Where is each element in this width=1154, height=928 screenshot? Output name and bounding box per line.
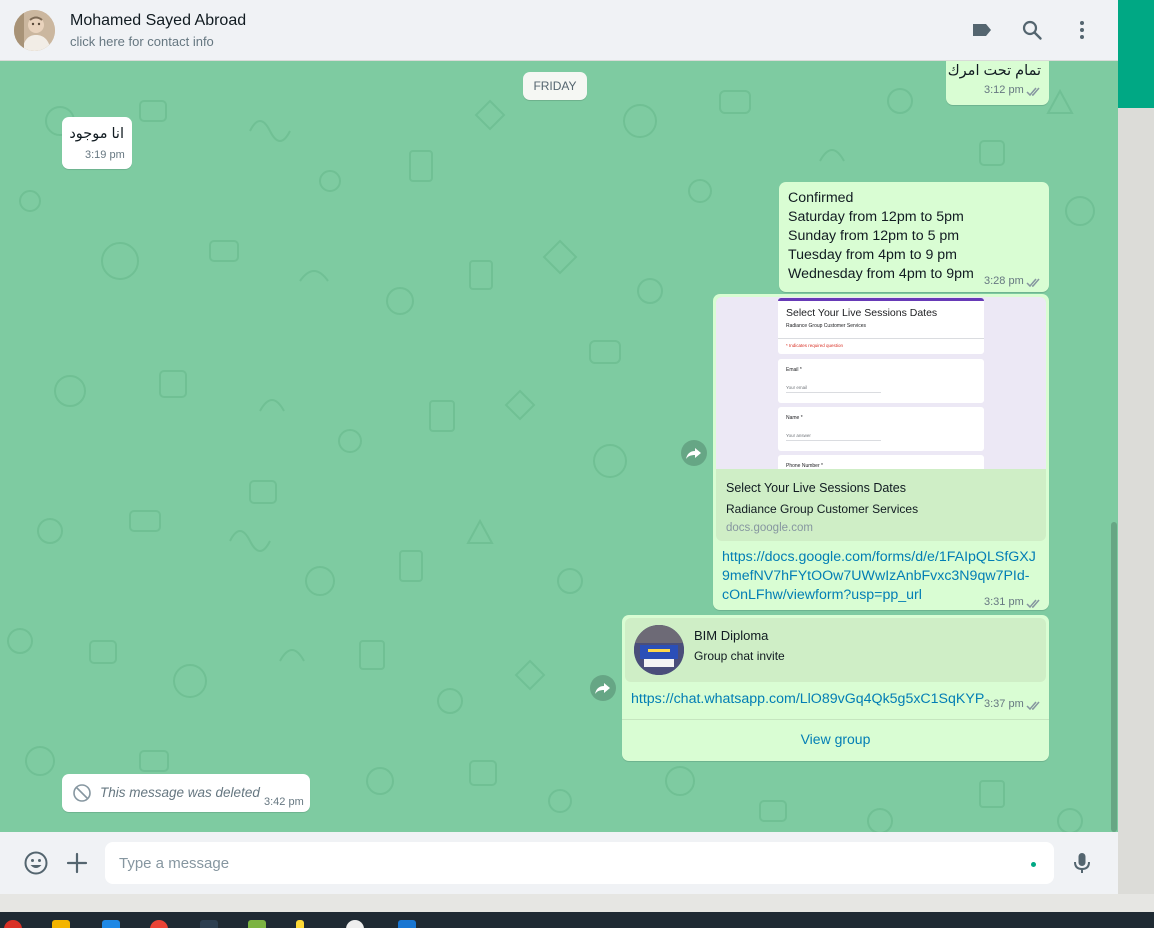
form-field-label: Email * bbox=[786, 367, 802, 373]
form-title: Select Your Live Sessions Dates bbox=[786, 307, 938, 319]
form-field-label: Name * bbox=[786, 415, 803, 421]
blocked-icon bbox=[73, 784, 91, 802]
os-taskbar bbox=[0, 912, 1154, 928]
message-time: 3:12 pm bbox=[984, 84, 1024, 96]
double-check-icon bbox=[1026, 599, 1040, 609]
form-field-card: Name * Your answer bbox=[778, 407, 984, 451]
message-time: 3:42 pm bbox=[264, 796, 304, 808]
link-preview-card[interactable]: Select Your Live Sessions Dates Radiance… bbox=[716, 297, 1046, 541]
message-bubble-outgoing[interactable]: Select Your Live Sessions Dates Radiance… bbox=[713, 294, 1049, 610]
double-check-icon bbox=[1026, 278, 1040, 288]
taskbar-app-icon[interactable] bbox=[4, 920, 22, 928]
taskbar-app-icon[interactable] bbox=[52, 920, 70, 928]
form-org: Radiance Group Customer Services bbox=[786, 323, 867, 329]
group-name: BIM Diploma bbox=[694, 628, 769, 643]
form-field-label: Phone Number * bbox=[786, 463, 823, 469]
deleted-message-text: This message was deleted bbox=[100, 785, 260, 800]
taskbar-app-icon[interactable] bbox=[150, 920, 168, 928]
link-preview-description: Radiance Group Customer Services bbox=[726, 502, 919, 516]
message-line: Tuesday from 4pm to 9 pm bbox=[788, 247, 958, 263]
forward-button[interactable] bbox=[590, 675, 616, 701]
taskbar-app-icon[interactable] bbox=[200, 920, 218, 928]
message-time: 3:28 pm bbox=[984, 275, 1024, 287]
view-group-button[interactable]: View group bbox=[622, 719, 1049, 761]
link-preview-thumbnail[interactable]: Select Your Live Sessions Dates Radiance… bbox=[716, 297, 1046, 469]
message-link[interactable]: https://docs.google.com/forms/d/e/1FAIpQ… bbox=[722, 548, 1036, 567]
form-header-card: Select Your Live Sessions Dates Radiance… bbox=[778, 298, 984, 354]
message-bubble-outgoing[interactable]: Confirmed Saturday from 12pm to 5pm Sund… bbox=[779, 182, 1049, 292]
message-list[interactable]: FRIDAY تمام تحت امرك 3:12 pm انا موجود 3… bbox=[0, 61, 1118, 832]
invite-link[interactable]: https://chat.whatsapp.com/LlO89vGq4Qk5g5… bbox=[631, 690, 984, 709]
link-preview-title: Select Your Live Sessions Dates bbox=[726, 481, 906, 495]
form-field-placeholder: Your answer bbox=[786, 433, 811, 438]
form-field-card: Phone Number * bbox=[778, 455, 984, 469]
message-text: انا موجود bbox=[69, 126, 124, 142]
contact-name[interactable]: Mohamed Sayed Abroad bbox=[70, 12, 246, 30]
input-status-dot bbox=[1031, 862, 1036, 867]
taskbar-app-icon[interactable] bbox=[102, 920, 120, 928]
message-link[interactable]: 9mefNV7hFYtOOw7UWwIzAnbFvxc3N9qw7PId- bbox=[722, 567, 1030, 586]
taskbar-app-icon[interactable] bbox=[248, 920, 266, 928]
message-time: 3:19 pm bbox=[85, 149, 125, 161]
message-time: 3:37 pm bbox=[984, 698, 1024, 710]
form-field-card: Email * Your email bbox=[778, 359, 984, 403]
message-line: Wednesday from 4pm to 9pm bbox=[788, 266, 974, 282]
composer-bar bbox=[0, 832, 1118, 894]
emoji-icon[interactable] bbox=[23, 850, 49, 876]
microphone-icon[interactable] bbox=[1069, 850, 1095, 876]
message-bubble-incoming[interactable]: انا موجود 3:19 pm bbox=[62, 117, 132, 169]
menu-dots-icon[interactable] bbox=[1070, 18, 1094, 42]
message-line: Sunday from 12pm to 5 pm bbox=[788, 228, 960, 244]
form-field-placeholder: Your email bbox=[786, 385, 808, 390]
message-link[interactable]: cOnLFhw/viewform?usp=pp_url bbox=[722, 586, 922, 605]
message-bubble-outgoing[interactable]: تمام تحت امرك 3:12 pm bbox=[946, 61, 1049, 105]
accent-strip bbox=[1118, 0, 1154, 108]
message-line: Confirmed bbox=[788, 190, 854, 206]
contact-avatar[interactable] bbox=[14, 10, 55, 51]
link-preview-domain: docs.google.com bbox=[726, 522, 813, 534]
window-background bbox=[1118, 108, 1154, 894]
double-check-icon bbox=[1026, 87, 1040, 97]
taskbar-app-icon[interactable] bbox=[346, 920, 364, 928]
search-icon[interactable] bbox=[1020, 18, 1044, 42]
message-bubble-incoming[interactable]: This message was deleted 3:42 pm bbox=[62, 774, 310, 812]
contact-info-hint[interactable]: click here for contact info bbox=[70, 34, 214, 49]
message-bubble-outgoing[interactable]: BIM Diploma Group chat invite https://ch… bbox=[622, 615, 1049, 761]
message-text: تمام تحت امرك bbox=[947, 63, 1041, 79]
whatsapp-window: Mohamed Sayed Abroad click here for cont… bbox=[0, 0, 1118, 894]
forward-icon bbox=[595, 683, 610, 694]
message-input[interactable] bbox=[105, 842, 1054, 884]
message-time: 3:31 pm bbox=[984, 596, 1024, 608]
taskbar-app-icon[interactable] bbox=[398, 920, 416, 928]
conversation-header[interactable]: Mohamed Sayed Abroad click here for cont… bbox=[0, 0, 1118, 61]
group-invite-card[interactable]: BIM Diploma Group chat invite bbox=[625, 618, 1046, 682]
label-icon[interactable] bbox=[970, 18, 994, 42]
chat-scrollbar[interactable] bbox=[1111, 522, 1117, 832]
date-divider: FRIDAY bbox=[523, 72, 587, 100]
forward-icon bbox=[686, 448, 701, 459]
group-avatar bbox=[634, 625, 684, 675]
form-required-note: * Indicates required question bbox=[786, 343, 844, 348]
message-line: Saturday from 12pm to 5pm bbox=[788, 209, 964, 225]
double-check-icon bbox=[1026, 701, 1040, 711]
attach-plus-icon[interactable] bbox=[64, 850, 90, 876]
taskbar-app-icon[interactable] bbox=[296, 920, 304, 928]
forward-button[interactable] bbox=[681, 440, 707, 466]
invite-caption: Group chat invite bbox=[694, 649, 785, 663]
